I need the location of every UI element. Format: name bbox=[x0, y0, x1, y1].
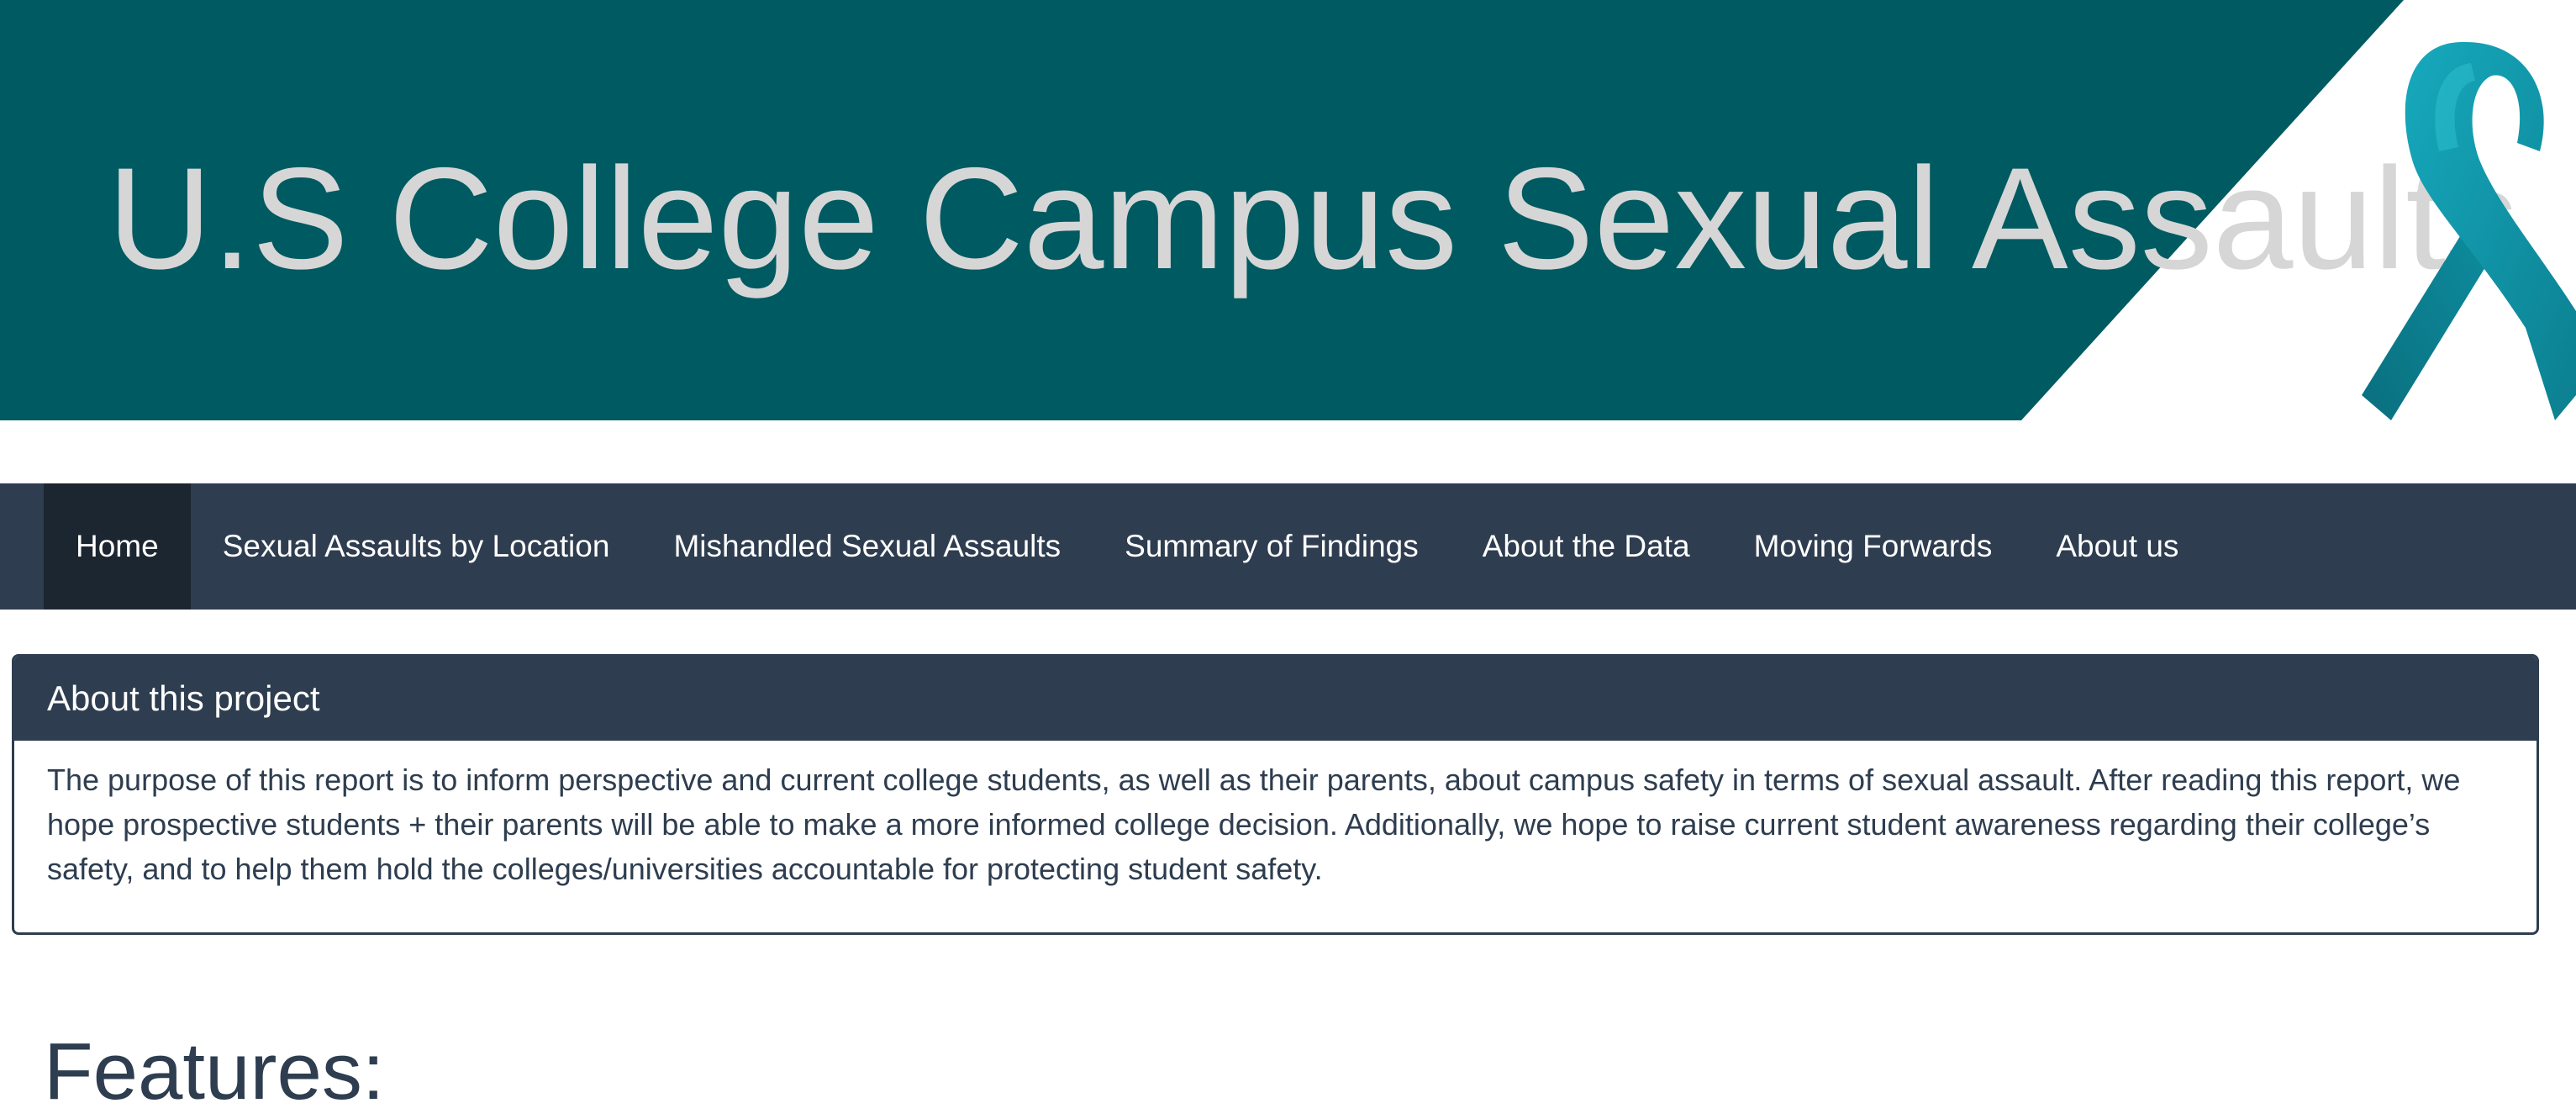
main-navbar: Home Sexual Assaults by Location Mishand… bbox=[0, 483, 2576, 610]
nav-item-sexual-assaults-by-location[interactable]: Sexual Assaults by Location bbox=[191, 483, 642, 610]
nav-item-about-us[interactable]: About us bbox=[2024, 483, 2210, 610]
teal-awareness-ribbon-icon bbox=[2362, 41, 2576, 420]
about-project-panel: About this project The purpose of this r… bbox=[12, 654, 2539, 935]
page: U.S College Campus Sexual Assaults Home … bbox=[0, 0, 2576, 1119]
nav-item-mishandled-sexual-assaults[interactable]: Mishandled Sexual Assaults bbox=[641, 483, 1093, 610]
site-title: U.S College Campus Sexual Assaults bbox=[108, 138, 2519, 299]
nav-item-about-the-data[interactable]: About the Data bbox=[1451, 483, 1722, 610]
nav-list: Home Sexual Assaults by Location Mishand… bbox=[44, 483, 2210, 610]
panel-body-text: The purpose of this report is to inform … bbox=[47, 763, 2461, 886]
nav-item-moving-forwards[interactable]: Moving Forwards bbox=[1722, 483, 2025, 610]
nav-item-summary-of-findings[interactable]: Summary of Findings bbox=[1093, 483, 1451, 610]
nav-item-home[interactable]: Home bbox=[44, 483, 191, 610]
features-heading: Features: bbox=[44, 1027, 385, 1116]
banner: U.S College Campus Sexual Assaults bbox=[0, 0, 2576, 420]
panel-heading: About this project bbox=[14, 657, 2536, 741]
